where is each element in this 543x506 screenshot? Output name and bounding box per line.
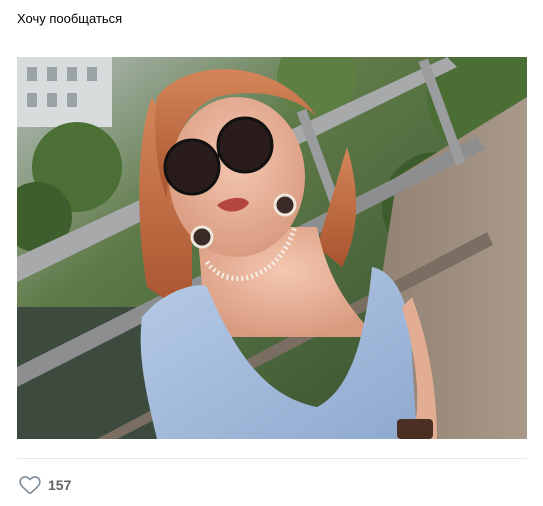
heart-outline-icon	[19, 476, 41, 494]
photo-illustration	[17, 57, 527, 439]
wall-post: Хочу пообщаться 157	[0, 0, 543, 506]
post-text: Хочу пообщаться	[17, 11, 123, 26]
like-count: 157	[48, 477, 72, 493]
actions-divider	[17, 458, 527, 459]
post-photo[interactable]	[17, 57, 527, 439]
like-button[interactable]: 157	[14, 471, 75, 499]
